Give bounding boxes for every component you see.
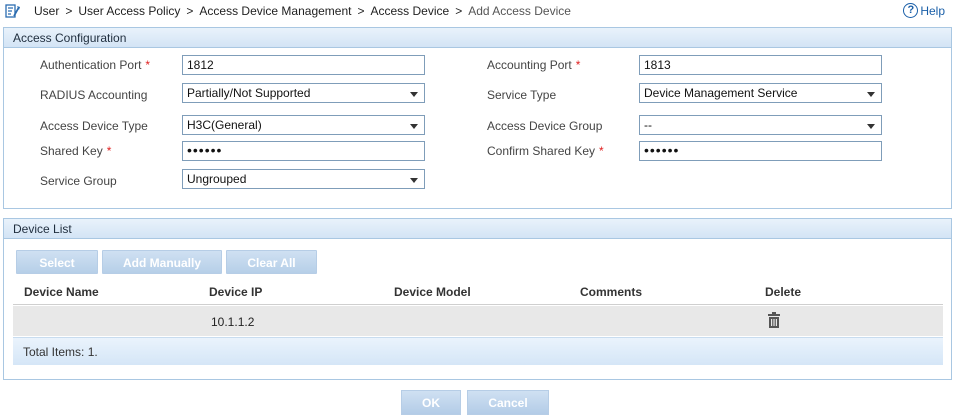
chevron-down-icon: [410, 92, 418, 97]
cancel-button[interactable]: Cancel: [467, 390, 549, 415]
column-device-name[interactable]: Device Name: [24, 285, 99, 299]
ok-button[interactable]: OK: [401, 390, 461, 415]
shared-key-label: Shared Key *: [40, 144, 112, 158]
chevron-down-icon: [410, 178, 418, 183]
column-device-model[interactable]: Device Model: [394, 285, 471, 299]
service-type-label: Service Type: [487, 88, 557, 102]
chevron-down-icon: [410, 124, 418, 129]
access-device-group-select[interactable]: --: [639, 115, 882, 135]
authentication-port-label: Authentication Port *: [40, 58, 151, 72]
service-type-select[interactable]: Device Management Service: [639, 83, 882, 103]
access-device-type-select[interactable]: H3C(General): [182, 115, 425, 135]
service-group-select[interactable]: Ungrouped: [182, 169, 425, 189]
breadcrumb-item-user-access-policy[interactable]: User Access Policy: [78, 4, 180, 18]
clear-all-button[interactable]: Clear All: [226, 250, 317, 274]
help-label: Help: [920, 3, 945, 18]
breadcrumb-item-access-device-management[interactable]: Access Device Management: [199, 4, 351, 18]
table-header: Device Name Device IP Device Model Comme…: [13, 281, 943, 305]
chevron-down-icon: [867, 124, 875, 129]
access-configuration-title: Access Configuration: [4, 28, 951, 48]
breadcrumb-current: Add Access Device: [468, 4, 571, 18]
add-manually-button[interactable]: Add Manually: [102, 250, 222, 274]
access-configuration-panel: Access Configuration Authentication Port…: [3, 27, 952, 209]
trash-icon[interactable]: [767, 312, 781, 329]
breadcrumb-item-user[interactable]: User: [34, 4, 59, 18]
service-group-label: Service Group: [40, 174, 117, 188]
device-list-panel: Device List Select Add Manually Clear Al…: [3, 218, 952, 380]
help-circle-icon: ?: [903, 3, 919, 18]
accounting-port-label: Accounting Port *: [487, 58, 581, 72]
column-delete: Delete: [765, 285, 802, 299]
select-button[interactable]: Select: [16, 250, 98, 274]
access-device-group-label: Access Device Group: [487, 119, 603, 133]
shared-key-input[interactable]: ••••••: [182, 141, 425, 161]
confirm-shared-key-input[interactable]: ••••••: [639, 141, 882, 161]
access-device-type-label: Access Device Type: [40, 119, 148, 133]
radius-accounting-label: RADIUS Accounting: [40, 88, 148, 102]
table-row: 10.1.1.2: [13, 306, 943, 336]
radius-accounting-select[interactable]: Partially/Not Supported: [182, 83, 425, 103]
chevron-down-icon: [867, 92, 875, 97]
cell-device-ip: 10.1.1.2: [211, 315, 255, 329]
table-footer-total: Total Items: 1.: [13, 337, 943, 365]
authentication-port-input[interactable]: 1812: [182, 55, 425, 75]
top-bar: User > User Access Policy > Access Device Ma…: [0, 0, 955, 22]
column-device-ip[interactable]: Device IP: [209, 285, 262, 299]
breadcrumb: User > User Access Policy > Access Device Ma…: [34, 4, 571, 18]
help-link[interactable]: ? Help: [903, 3, 945, 18]
navigation-icon: [5, 4, 20, 18]
column-comments[interactable]: Comments: [580, 285, 642, 299]
confirm-shared-key-label: Confirm Shared Key *: [487, 144, 604, 158]
breadcrumb-item-access-device[interactable]: Access Device: [371, 4, 450, 18]
accounting-port-input[interactable]: 1813: [639, 55, 882, 75]
device-list-title: Device List: [4, 219, 951, 239]
